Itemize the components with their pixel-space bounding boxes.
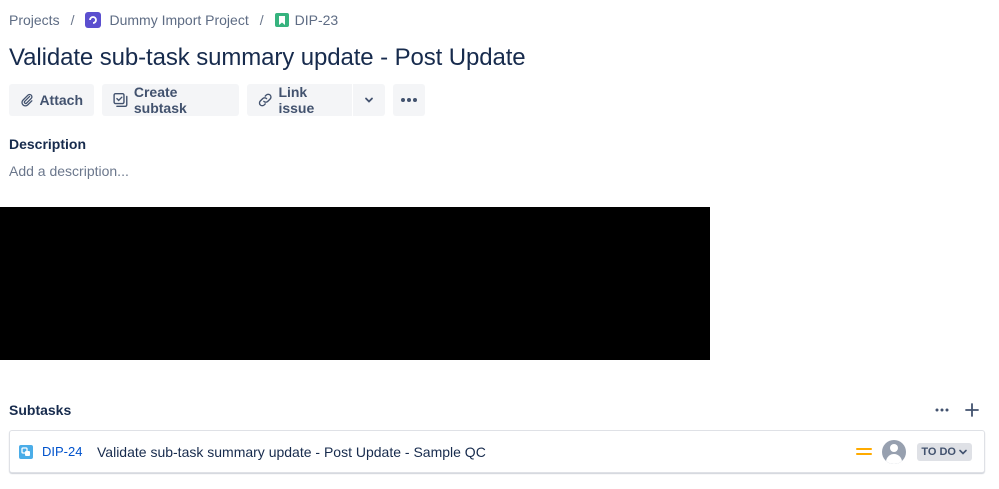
more-icon xyxy=(935,408,949,412)
subtasks-more-button[interactable] xyxy=(930,400,954,420)
attach-label: Attach xyxy=(39,92,83,108)
project-avatar-icon xyxy=(85,12,102,28)
description-heading: Description xyxy=(9,136,87,152)
breadcrumb-project[interactable]: Dummy Import Project xyxy=(85,12,249,28)
subtask-summary[interactable]: Validate sub-task summary update - Post … xyxy=(97,444,856,460)
breadcrumb-separator: / xyxy=(259,12,264,28)
unassigned-avatar[interactable] xyxy=(882,439,907,464)
status-dropdown[interactable]: TO DO xyxy=(917,442,972,461)
breadcrumb-issue-label: DIP-23 xyxy=(294,12,339,28)
paperclip-icon xyxy=(21,93,33,107)
subtask-key-link[interactable]: DIP-24 xyxy=(42,444,88,459)
link-issue-label: Link issue xyxy=(278,84,315,116)
subtask-row[interactable]: DIP-24 Validate sub-task summary update … xyxy=(9,430,985,473)
subtask-type-icon xyxy=(19,444,33,459)
breadcrumb-projects[interactable]: Projects xyxy=(9,12,60,28)
create-subtask-button[interactable]: Create subtask xyxy=(102,84,239,116)
link-icon xyxy=(258,93,272,107)
subtask-check-icon xyxy=(113,92,128,108)
link-issue-button[interactable]: Link issue xyxy=(247,84,352,116)
story-icon xyxy=(274,13,289,27)
priority-medium-icon xyxy=(856,446,873,458)
breadcrumb-project-label: Dummy Import Project xyxy=(109,12,249,28)
breadcrumb: Projects / Dummy Import Project / DIP-23 xyxy=(9,10,338,30)
description-field[interactable]: Add a description... xyxy=(9,163,129,179)
add-subtask-button[interactable] xyxy=(960,400,984,420)
redacted-area xyxy=(0,207,710,360)
status-label: TO DO xyxy=(921,445,956,458)
chevron-down-icon xyxy=(959,449,967,455)
attach-button[interactable]: Attach xyxy=(9,84,94,116)
issue-title[interactable]: Validate sub-task summary update - Post … xyxy=(9,44,526,72)
breadcrumb-issue[interactable]: DIP-23 xyxy=(274,12,339,28)
plus-icon xyxy=(965,403,979,417)
breadcrumb-separator: / xyxy=(70,12,75,28)
more-icon xyxy=(401,98,417,102)
subtasks-heading: Subtasks xyxy=(9,402,72,418)
link-issue-dropdown-button[interactable] xyxy=(353,84,385,116)
chevron-down-icon xyxy=(365,97,373,103)
subtasks-actions xyxy=(930,400,984,420)
create-subtask-label: Create subtask xyxy=(133,84,187,116)
more-actions-button[interactable] xyxy=(393,84,425,116)
issue-toolbar: Attach Create subtask Link issue xyxy=(9,84,425,116)
